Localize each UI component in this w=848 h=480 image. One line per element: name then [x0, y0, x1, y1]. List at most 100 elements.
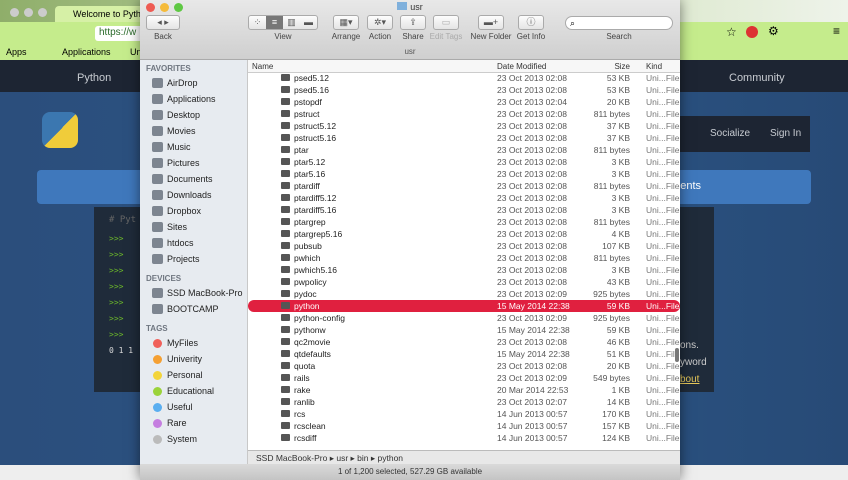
file-row[interactable]: python-config 23 Oct 2013 02:09 925 bytes U… — [248, 312, 680, 324]
file-row[interactable]: python 15 May 2014 22:38 59 KB Uni...File — [248, 300, 680, 312]
sidebar-tag[interactable]: Univerity — [152, 352, 202, 366]
column-kind[interactable]: Kind — [646, 62, 662, 71]
file-size: 59 KB — [606, 301, 630, 311]
file-row[interactable]: rcsclean 14 Jun 2013 00:57 157 KB Uni...Fil… — [248, 420, 680, 432]
path-item[interactable]: SSD MacBook-Pro — [256, 453, 327, 463]
bookmark-apps[interactable]: Apps — [6, 47, 27, 57]
socialize-button[interactable]: Socialize — [710, 128, 750, 139]
signin-button[interactable]: Sign In — [770, 128, 801, 139]
sidebar-tag[interactable]: System — [152, 432, 197, 446]
column-view-icon[interactable]: ▥ — [283, 16, 300, 29]
file-row[interactable]: ptar 23 Oct 2013 02:08 811 bytes Uni...File — [248, 144, 680, 156]
file-row[interactable]: ptar5.16 23 Oct 2013 02:08 3 KB Uni...File — [248, 168, 680, 180]
sidebar-tag[interactable]: Personal — [152, 368, 203, 382]
scrollbar[interactable] — [675, 348, 679, 362]
devices-header: DEVICES — [146, 274, 182, 283]
sidebar-item-desktop[interactable]: Desktop — [152, 108, 200, 122]
file-name: pythonw — [294, 325, 326, 335]
sidebar-item-label: Projects — [167, 254, 200, 264]
browser-minimize[interactable] — [24, 8, 33, 17]
browser-tab[interactable]: Welcome to Python — [55, 6, 150, 23]
file-row[interactable]: ptargrep5.16 23 Oct 2013 02:08 4 KB Uni...F… — [248, 228, 680, 240]
path-item[interactable]: python — [378, 453, 404, 463]
browser-close[interactable] — [10, 8, 19, 17]
file-row[interactable]: rcs 14 Jun 2013 00:57 170 KB Uni...File — [248, 408, 680, 420]
adblock-icon[interactable] — [746, 26, 758, 38]
file-row[interactable]: rake 20 Mar 2014 22:53 1 KB Uni...File — [248, 384, 680, 396]
browser-zoom[interactable] — [38, 8, 47, 17]
pictures-icon — [152, 158, 163, 168]
column-name[interactable]: Name — [252, 62, 273, 71]
nav-community[interactable]: Community — [729, 72, 785, 84]
arrange-button[interactable]: ▦▾ — [333, 15, 359, 30]
search-input[interactable]: ⌕ — [565, 16, 673, 30]
file-row[interactable]: pwhich5.16 23 Oct 2013 02:08 3 KB Uni...Fil… — [248, 264, 680, 276]
new-folder-icon[interactable]: ▬+ — [478, 15, 504, 30]
path-item[interactable]: bin — [357, 453, 368, 463]
view-switcher[interactable]: ⁘ ≡ ▥ ▬ — [248, 15, 318, 30]
menu-icon[interactable]: ≡ — [833, 24, 840, 38]
drive-icon — [152, 288, 163, 298]
address-bar[interactable]: https://w — [95, 26, 145, 41]
column-date[interactable]: Date Modified — [497, 62, 546, 71]
coverflow-view-icon[interactable]: ▬ — [300, 16, 317, 29]
get-info-icon[interactable]: ⓘ — [518, 15, 544, 30]
sidebar-tag[interactable]: Useful — [152, 400, 193, 414]
file-row[interactable]: ptardiff5.16 23 Oct 2013 02:08 3 KB Uni...F… — [248, 204, 680, 216]
file-row[interactable]: quota 23 Oct 2013 02:08 20 KB Uni...File — [248, 360, 680, 372]
file-row[interactable]: pwpolicy 23 Oct 2013 02:08 43 KB Uni...File — [248, 276, 680, 288]
sidebar-device[interactable]: BOOTCAMP — [152, 302, 219, 316]
sidebar-item-documents[interactable]: Documents — [152, 172, 213, 186]
file-row[interactable]: ptar5.12 23 Oct 2013 02:08 3 KB Uni...File — [248, 156, 680, 168]
sidebar-item-music[interactable]: Music — [152, 140, 191, 154]
sidebar-item-label: Univerity — [167, 354, 203, 364]
file-row[interactable]: pstopdf 23 Oct 2013 02:04 20 KB Uni...File — [248, 96, 680, 108]
sidebar-item-htdocs[interactable]: htdocs — [152, 236, 194, 250]
file-row[interactable]: qc2movie 23 Oct 2013 02:08 46 KB Uni...File — [248, 336, 680, 348]
sidebar-tag[interactable]: Rare — [152, 416, 187, 430]
file-row[interactable]: pydoc 23 Oct 2013 02:09 925 bytes Uni...Fil… — [248, 288, 680, 300]
sidebar-item-downloads[interactable]: Downloads — [152, 188, 212, 202]
file-row[interactable]: qtdefaults 15 May 2014 22:38 51 KB Uni...Fi… — [248, 348, 680, 360]
file-row[interactable]: pstruct5.16 23 Oct 2013 02:08 37 KB Uni...F… — [248, 132, 680, 144]
nav-python[interactable]: Python — [77, 72, 111, 84]
file-row[interactable]: pstruct5.12 23 Oct 2013 02:08 37 KB Uni...F… — [248, 120, 680, 132]
file-row[interactable]: ptardiff 23 Oct 2013 02:08 811 bytes Uni...… — [248, 180, 680, 192]
bookmark-applications[interactable]: Applications — [62, 47, 111, 57]
file-row[interactable]: psed5.12 23 Oct 2013 02:08 53 KB Uni...File — [248, 72, 680, 84]
file-row[interactable]: rcsdiff 14 Jun 2013 00:57 124 KB Uni...File — [248, 432, 680, 444]
star-icon[interactable]: ☆ — [726, 25, 737, 39]
file-name: rcs — [294, 409, 306, 419]
icon-view-icon[interactable]: ⁘ — [249, 16, 266, 29]
back-label: Back — [154, 32, 172, 41]
sidebar-item-projects[interactable]: Projects — [152, 252, 200, 266]
file-kind: Uni...File — [646, 169, 680, 179]
share-icon[interactable]: ⇪ — [400, 15, 426, 30]
list-view-icon[interactable]: ≡ — [266, 16, 283, 29]
path-item[interactable]: usr — [336, 453, 348, 463]
sidebar-tag[interactable]: Educational — [152, 384, 214, 398]
column-size[interactable]: Size — [614, 62, 630, 71]
file-row[interactable]: rails 23 Oct 2013 02:09 549 bytes Uni...Fil… — [248, 372, 680, 384]
file-row[interactable]: psed5.16 23 Oct 2013 02:08 53 KB Uni...File — [248, 84, 680, 96]
sidebar-tag[interactable]: MyFiles — [152, 336, 198, 350]
file-row[interactable]: pubsub 23 Oct 2013 02:08 107 KB Uni...File — [248, 240, 680, 252]
file-row[interactable]: ranlib 23 Oct 2013 02:07 14 KB Uni...File — [248, 396, 680, 408]
sidebar-item-dropbox[interactable]: Dropbox — [152, 204, 201, 218]
edit-tags-icon[interactable]: ▭ — [433, 15, 459, 30]
gear-icon[interactable]: ⚙ — [768, 24, 779, 38]
file-row[interactable]: pythonw 15 May 2014 22:38 59 KB Uni...File — [248, 324, 680, 336]
sidebar-item-airdrop[interactable]: AirDrop — [152, 76, 198, 90]
file-name: pwhich — [294, 253, 321, 263]
sidebar-item-applications[interactable]: Applications — [152, 92, 216, 106]
back-forward-button[interactable]: ◂ ▸ — [146, 15, 180, 30]
sidebar-item-pictures[interactable]: Pictures — [152, 156, 200, 170]
sidebar-device[interactable]: SSD MacBook-Pro — [152, 286, 243, 300]
sidebar-item-movies[interactable]: Movies — [152, 124, 196, 138]
file-row[interactable]: ptardiff5.12 23 Oct 2013 02:08 3 KB Uni...F… — [248, 192, 680, 204]
file-row[interactable]: pstruct 23 Oct 2013 02:08 811 bytes Uni...F… — [248, 108, 680, 120]
action-gear-icon[interactable]: ✲▾ — [367, 15, 393, 30]
sidebar-item-sites[interactable]: Sites — [152, 220, 187, 234]
file-row[interactable]: pwhich 23 Oct 2013 02:08 811 bytes Uni...Fi… — [248, 252, 680, 264]
file-row[interactable]: ptargrep 23 Oct 2013 02:08 811 bytes Uni...… — [248, 216, 680, 228]
